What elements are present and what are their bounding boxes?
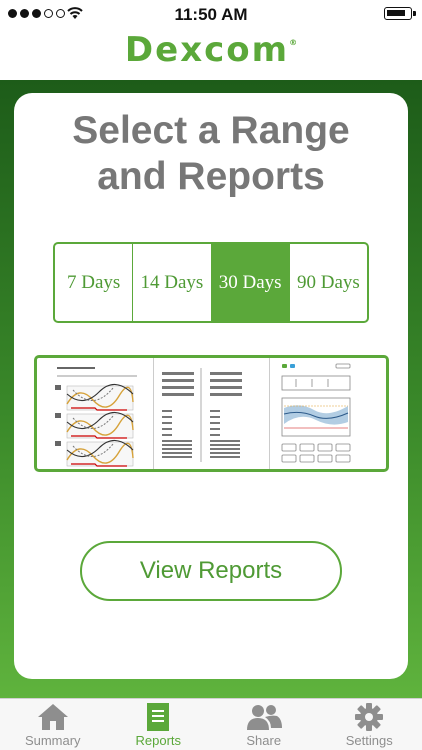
report-previews[interactable] — [34, 355, 389, 472]
range-7-days[interactable]: 7 Days — [55, 244, 132, 321]
range-selector: 7 Days 14 Days 30 Days 90 Days — [53, 242, 369, 323]
title-line-1: Select a Range — [72, 109, 350, 152]
tab-reports-label: Reports — [135, 733, 182, 748]
statistics-report-preview[interactable] — [152, 358, 270, 469]
reports-icon — [147, 703, 170, 731]
status-bar: 11:50 AM — [0, 0, 422, 28]
tab-summary-label: Summary — [24, 733, 81, 748]
share-icon — [246, 705, 282, 730]
tab-reports[interactable]: Reports — [106, 699, 212, 750]
statistics-report-icon — [161, 368, 242, 462]
range-90-days[interactable]: 90 Days — [288, 244, 367, 321]
patterns-report-preview[interactable] — [37, 358, 153, 469]
overview-report-icon — [281, 363, 351, 463]
tab-settings-label: Settings — [345, 733, 393, 748]
range-30-days[interactable]: 30 Days — [210, 244, 289, 321]
home-icon — [37, 704, 68, 730]
view-reports-button[interactable]: View Reports — [80, 541, 342, 601]
tab-summary[interactable]: Summary — [0, 699, 106, 750]
app-header: Dexcom® — [0, 28, 422, 80]
gear-icon — [355, 703, 384, 731]
tab-share[interactable]: Share — [211, 699, 317, 750]
patterns-report-icon — [55, 367, 137, 467]
tab-share-label: Share — [246, 733, 282, 748]
overview-report-preview[interactable] — [269, 358, 386, 469]
tab-settings[interactable]: Settings — [317, 699, 422, 750]
title-line-2: and Reports — [97, 155, 325, 198]
tab-bar: Summary Reports Share Settings — [0, 698, 422, 750]
status-time: 11:50 AM — [174, 5, 248, 24]
battery-icon — [384, 7, 416, 20]
range-14-days[interactable]: 14 Days — [132, 244, 210, 321]
dexcom-logo: Dexcom® — [124, 30, 298, 70]
page-title: Select a Range and Reports — [14, 108, 408, 200]
